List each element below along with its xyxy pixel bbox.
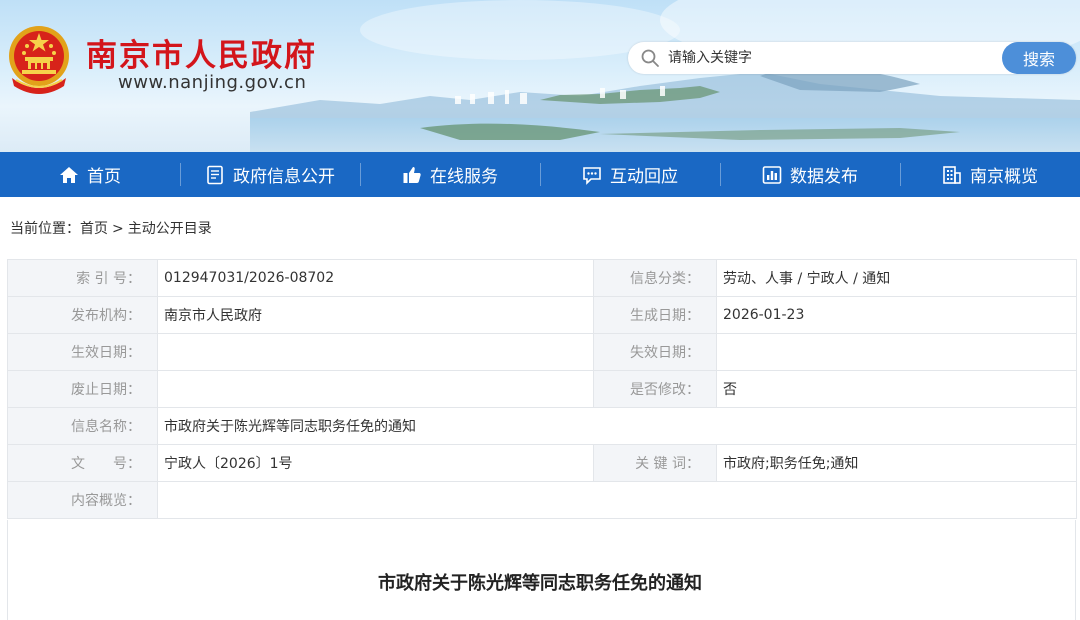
home-icon — [60, 166, 78, 183]
nav-item-gov-info[interactable]: 政府信息公开 — [180, 152, 360, 197]
chat-icon — [583, 166, 601, 185]
info-name-label: 信息名称： — [7, 407, 158, 445]
publisher-value: 南京市人民政府 — [157, 296, 594, 334]
breadcrumb-separator: > — [112, 221, 124, 237]
breadcrumb: 当前位置：首页 > 主动公开目录 — [10, 218, 212, 238]
search-input[interactable] — [668, 45, 998, 71]
table-row: 生效日期： 失效日期： — [7, 333, 1077, 371]
effective-date-label: 生效日期： — [7, 333, 158, 371]
index-no-value: 012947031/2026-08702 — [157, 259, 594, 297]
nav-item-label: 政府信息公开 — [233, 167, 335, 187]
table-row: 索 引 号： 012947031/2026-08702 信息分类： 劳动、人事 … — [7, 259, 1077, 297]
nav-item-home[interactable]: 首页 — [0, 152, 180, 197]
modified-value: 否 — [716, 370, 1077, 408]
chart-icon — [762, 165, 782, 184]
thumbs-up-icon — [403, 166, 421, 183]
nav-item-label: 数据发布 — [790, 167, 858, 187]
table-row: 废止日期： 是否修改： 否 — [7, 370, 1077, 408]
publisher-label: 发布机构： — [7, 296, 158, 334]
nav-item-label: 南京概览 — [970, 167, 1038, 187]
table-row: 发布机构： 南京市人民政府 生成日期： 2026-01-23 — [7, 296, 1077, 334]
summary-value — [157, 481, 1077, 519]
category-label: 信息分类： — [593, 259, 717, 297]
nav-item-label: 在线服务 — [430, 167, 498, 187]
keywords-value: 市政府;职务任免;通知 — [716, 444, 1077, 482]
main-nav: 首页 政府信息公开 在线服务 互动回应 数据发布 南京概览 — [0, 152, 1080, 197]
doc-no-value: 宁政人〔2026〕1号 — [157, 444, 594, 482]
nav-item-interaction[interactable]: 互动回应 — [540, 152, 720, 197]
article-title: 市政府关于陈光辉等同志职务任免的通知 — [378, 573, 702, 594]
table-row: 信息名称： 市政府关于陈光辉等同志职务任免的通知 — [7, 407, 1077, 445]
table-row: 文 号： 宁政人〔2026〕1号 关 键 词： 市政府;职务任免;通知 — [7, 444, 1077, 482]
index-no-label: 索 引 号： — [7, 259, 158, 297]
nav-item-label: 首页 — [87, 167, 121, 187]
category-value: 劳动、人事 / 宁政人 / 通知 — [716, 259, 1077, 297]
site-url: www.nanjing.gov.cn — [118, 72, 307, 93]
abolished-date-label: 废止日期： — [7, 370, 158, 408]
abolished-date-value — [157, 370, 594, 408]
nav-item-nanjing-overview[interactable]: 南京概览 — [900, 152, 1080, 197]
summary-label: 内容概览： — [7, 481, 158, 519]
site-header: 南京市人民政府 www.nanjing.gov.cn 搜索 — [0, 0, 1080, 152]
site-title: 南京市人民政府 — [86, 38, 317, 74]
breadcrumb-current-link[interactable]: 主动公开目录 — [128, 221, 212, 237]
doc-no-label: 文 号： — [7, 444, 158, 482]
search-button[interactable]: 搜索 — [1002, 42, 1076, 74]
effective-date-value — [157, 333, 594, 371]
info-name-value: 市政府关于陈光辉等同志职务任免的通知 — [157, 407, 1077, 445]
nav-item-data-release[interactable]: 数据发布 — [720, 152, 900, 197]
search-bar: 搜索 — [628, 42, 1076, 74]
table-row: 内容概览： — [7, 481, 1077, 519]
created-date-value: 2026-01-23 — [716, 296, 1077, 334]
document-info-table: 索 引 号： 012947031/2026-08702 信息分类： 劳动、人事 … — [7, 259, 1077, 519]
building-icon — [943, 165, 961, 184]
keywords-label: 关 键 词： — [593, 444, 717, 482]
national-emblem-icon — [9, 26, 69, 94]
nav-item-online-service[interactable]: 在线服务 — [360, 152, 540, 197]
modified-label: 是否修改： — [593, 370, 717, 408]
expiry-date-label: 失效日期： — [593, 333, 717, 371]
nav-item-label: 互动回应 — [610, 167, 678, 187]
document-icon — [207, 165, 223, 184]
search-icon — [641, 49, 659, 67]
breadcrumb-home-link[interactable]: 首页 — [80, 221, 108, 237]
expiry-date-value — [716, 333, 1077, 371]
created-date-label: 生成日期： — [593, 296, 717, 334]
breadcrumb-prefix: 当前位置： — [10, 221, 80, 237]
